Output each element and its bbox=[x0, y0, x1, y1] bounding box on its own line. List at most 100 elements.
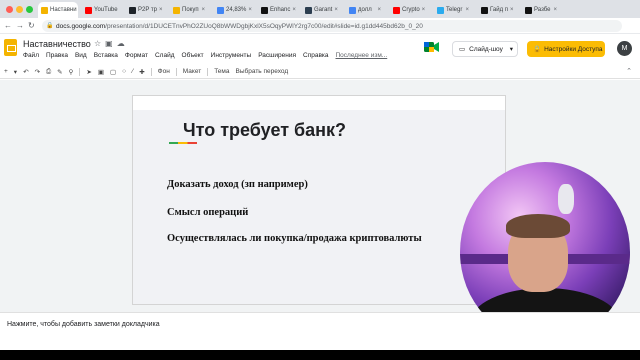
layout-button[interactable]: Макет bbox=[183, 68, 201, 75]
slide-title[interactable]: Что требует банк? bbox=[183, 120, 346, 141]
redo-icon[interactable]: ↷ bbox=[35, 68, 40, 76]
print-icon[interactable]: ⎙ bbox=[46, 68, 51, 76]
tab-favicon-icon bbox=[349, 6, 356, 14]
avatar[interactable]: M bbox=[617, 41, 632, 56]
tab-favicon-icon bbox=[305, 6, 312, 14]
close-icon[interactable]: × bbox=[465, 7, 469, 13]
slide-bullet[interactable]: Осуществлялась ли покупка/продажа крипто… bbox=[167, 233, 422, 244]
slide[interactable]: Что требует банк? Доказать доход (зп нап… bbox=[133, 96, 505, 304]
menu-bar: Файл Правка Вид Вставка Формат Слайд Объект Инс… bbox=[23, 52, 387, 59]
menu-item[interactable]: Файл bbox=[23, 52, 39, 59]
forward-icon[interactable]: → bbox=[16, 21, 24, 30]
browser-tab[interactable]: Garant × bbox=[302, 2, 340, 18]
close-icon[interactable]: × bbox=[159, 7, 163, 13]
menu-item[interactable]: Вид bbox=[75, 52, 87, 59]
browser-tab[interactable]: Покуп × bbox=[170, 2, 208, 18]
move-folder-icon[interactable]: ▣ bbox=[105, 39, 117, 48]
title-underline bbox=[169, 142, 197, 144]
lock-icon: 🔒 bbox=[46, 23, 54, 29]
presenter-hair bbox=[506, 214, 570, 238]
comment-plus-icon[interactable]: ✚ bbox=[139, 68, 144, 76]
present-button[interactable]: ▭ Слайд-шоу ▾ bbox=[452, 41, 518, 57]
slide-header-strip bbox=[133, 96, 505, 110]
select-icon[interactable]: ➤ bbox=[86, 68, 91, 76]
slide-bullet[interactable]: Доказать доход (зп например) bbox=[167, 179, 308, 190]
toolbar-divider bbox=[150, 67, 152, 76]
menu-item[interactable]: Инструменты bbox=[211, 52, 252, 59]
last-edit-link[interactable]: Последнее изм... bbox=[336, 52, 388, 59]
share-label: Настройки Доступа bbox=[544, 45, 603, 53]
tab-favicon-icon bbox=[129, 6, 136, 14]
tab-label: Гайд п bbox=[490, 7, 509, 13]
menu-item[interactable]: Расширения bbox=[258, 52, 296, 59]
close-icon[interactable]: × bbox=[422, 7, 426, 13]
minimize-window-button[interactable] bbox=[16, 6, 23, 13]
line-icon[interactable]: ∕ bbox=[132, 68, 133, 75]
toolbar-divider bbox=[175, 67, 177, 76]
transition-button[interactable]: Выбрать переход bbox=[236, 68, 289, 75]
url-field[interactable]: 🔒 docs.google.com /presentation/d/1DUCET… bbox=[42, 20, 622, 32]
url-host: docs.google.com bbox=[56, 22, 106, 30]
browser-tab[interactable]: Гайд п × bbox=[478, 2, 516, 18]
menu-item[interactable]: Справка bbox=[303, 52, 329, 59]
slide-bullet[interactable]: Смысл операций bbox=[167, 207, 248, 218]
menu-item[interactable]: Правка bbox=[46, 52, 68, 59]
browser-tab[interactable]: Разбе × bbox=[522, 2, 560, 18]
menu-item[interactable]: Вставка bbox=[94, 52, 118, 59]
speaker-notes-placeholder[interactable]: Нажмите, чтобы добавить заметки докладчи… bbox=[7, 321, 160, 328]
image-icon[interactable]: ▢ bbox=[110, 68, 116, 76]
browser-tab-strip: Наставни×YouTube×P2P тр×Покуп×24,83%×Enh… bbox=[0, 0, 640, 18]
close-icon[interactable]: × bbox=[377, 7, 381, 13]
url-path: /presentation/d/1DUCETnvPhO2ZUoQ8bWWDgbj… bbox=[105, 22, 423, 30]
browser-tab[interactable]: Наставни× bbox=[38, 2, 78, 18]
browser-tab[interactable]: Crypto × bbox=[390, 2, 428, 18]
browser-tab[interactable]: долл × bbox=[346, 2, 384, 18]
browser-tab[interactable]: 24,83% × bbox=[214, 2, 252, 18]
close-icon[interactable]: × bbox=[553, 7, 557, 13]
document-title[interactable]: Наставничество bbox=[23, 39, 91, 49]
new-slide-icon[interactable]: + bbox=[4, 68, 8, 75]
back-icon[interactable]: ← bbox=[4, 21, 12, 30]
tab-label: Telegr bbox=[446, 7, 463, 13]
cloud-status-icon[interactable]: ☁ bbox=[117, 39, 129, 48]
theme-button[interactable]: Тема bbox=[214, 68, 229, 75]
menu-item[interactable]: Слайд bbox=[155, 52, 175, 59]
lock-icon: 🔒 bbox=[533, 46, 542, 53]
present-label: Слайд-шоу bbox=[469, 45, 503, 53]
star-icon[interactable]: ☆ bbox=[94, 39, 105, 48]
menu-item[interactable]: Формат bbox=[125, 52, 148, 59]
menu-item[interactable]: Объект bbox=[182, 52, 204, 59]
tab-favicon-icon bbox=[261, 6, 268, 14]
zoom-icon[interactable]: ⚲ bbox=[69, 68, 74, 76]
chevron-down-icon[interactable]: ▾ bbox=[14, 68, 17, 76]
slides-logo-icon[interactable] bbox=[4, 39, 17, 56]
close-icon[interactable]: × bbox=[334, 7, 338, 13]
background-button[interactable]: Фон bbox=[158, 68, 170, 75]
reload-icon[interactable]: ↻ bbox=[28, 21, 35, 30]
browser-tab[interactable]: Enhanc × bbox=[258, 2, 296, 18]
close-icon[interactable]: × bbox=[248, 7, 252, 13]
paint-format-icon[interactable]: ✎ bbox=[57, 68, 62, 76]
browser-tab[interactable]: YouTube× bbox=[82, 2, 120, 18]
meet-icon[interactable] bbox=[424, 41, 440, 53]
chevron-down-icon[interactable]: ▾ bbox=[510, 45, 513, 53]
close-icon[interactable]: × bbox=[292, 7, 296, 13]
text-box-icon[interactable]: ▣ bbox=[98, 68, 104, 76]
tab-label: долл bbox=[358, 7, 372, 13]
undo-icon[interactable]: ↶ bbox=[23, 68, 28, 76]
chevron-up-icon[interactable]: ⌃ bbox=[626, 67, 632, 75]
browser-tab[interactable]: Telegr × bbox=[434, 2, 472, 18]
maximize-window-button[interactable] bbox=[26, 6, 33, 13]
tab-label: Покуп bbox=[182, 7, 199, 13]
browser-tab[interactable]: P2P тр × bbox=[126, 2, 164, 18]
tab-label: Garant bbox=[314, 7, 333, 13]
speaker-notes[interactable]: Нажмите, чтобы добавить заметки докладчи… bbox=[0, 312, 640, 350]
shape-icon[interactable]: ○ bbox=[122, 68, 126, 75]
close-icon[interactable]: × bbox=[510, 7, 514, 13]
present-icon: ▭ bbox=[459, 46, 466, 53]
share-button[interactable]: 🔒 Настройки Доступа bbox=[527, 41, 605, 57]
close-window-button[interactable] bbox=[6, 6, 13, 13]
tab-label: Enhanc bbox=[270, 7, 291, 13]
close-icon[interactable]: × bbox=[201, 7, 205, 13]
tab-favicon-icon bbox=[481, 6, 488, 14]
